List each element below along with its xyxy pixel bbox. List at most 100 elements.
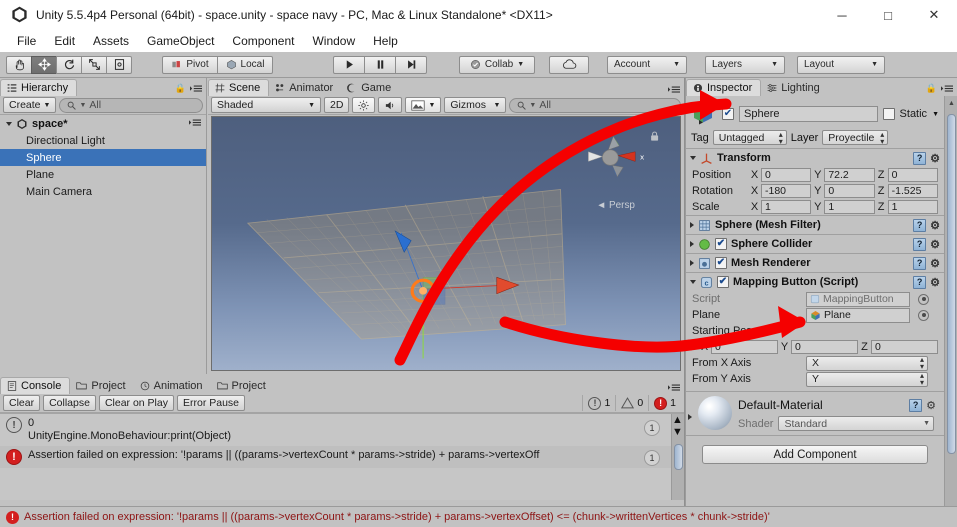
plane-value-field[interactable]: Plane bbox=[806, 307, 910, 323]
collapse-button[interactable]: Collapse bbox=[43, 395, 96, 411]
clear-button[interactable]: Clear bbox=[3, 395, 41, 411]
hamburger-menu-icon[interactable] bbox=[190, 84, 202, 93]
scroll-up-icon[interactable]: ▲ bbox=[945, 96, 957, 110]
tag-dropdown[interactable]: Untagged ▴ ▾ bbox=[712, 130, 787, 145]
info-count[interactable]: ! 1 bbox=[582, 395, 615, 411]
sphere-collider-enabled-checkbox[interactable]: ✔ bbox=[715, 238, 727, 250]
hand-tool-button[interactable] bbox=[6, 55, 32, 74]
pause-button[interactable] bbox=[364, 55, 396, 74]
hierarchy-item-directional-light[interactable]: Directional Light bbox=[0, 132, 206, 149]
add-component-button[interactable]: Add Component bbox=[702, 445, 928, 464]
starting-pos-x-field[interactable]: 0 bbox=[711, 340, 778, 354]
static-checkbox[interactable] bbox=[882, 108, 895, 120]
warning-count[interactable]: 0 bbox=[615, 395, 648, 411]
clear-on-play-button[interactable]: Clear on Play bbox=[98, 395, 174, 411]
scene-context-menu-icon[interactable] bbox=[189, 118, 201, 127]
tab-scene[interactable]: Scene bbox=[208, 79, 270, 96]
shader-dropdown[interactable]: Standard ▼ bbox=[778, 416, 934, 431]
step-button[interactable] bbox=[395, 55, 427, 74]
scene-search-input[interactable]: ▼ All bbox=[509, 97, 681, 113]
position-z-field[interactable]: 0 bbox=[887, 168, 938, 182]
scale-tool-button[interactable] bbox=[81, 55, 107, 74]
position-y-field[interactable]: 72.2 bbox=[824, 168, 875, 182]
mesh-renderer-enabled-checkbox[interactable]: ✔ bbox=[715, 257, 727, 269]
shading-mode-dropdown[interactable]: Shaded ▼ bbox=[211, 97, 321, 113]
layers-button[interactable]: Layers ▼ bbox=[705, 55, 785, 74]
chevron-down-icon[interactable] bbox=[6, 121, 12, 126]
scene-lighting-toggle[interactable] bbox=[352, 97, 376, 113]
component-header-mapping-button[interactable]: c ✔ Mapping Button (Script) ? ⚙ bbox=[686, 273, 944, 291]
component-header-transform[interactable]: Transform ? ⚙ bbox=[686, 149, 944, 167]
minimize-button[interactable]: ─ bbox=[819, 0, 865, 30]
hierarchy-scene-row[interactable]: space* bbox=[0, 115, 206, 132]
chevron-right-icon[interactable] bbox=[690, 260, 694, 266]
scroll-down-icon[interactable]: ▼ bbox=[672, 426, 684, 438]
help-icon[interactable]: ? bbox=[913, 275, 927, 289]
scale-y-field[interactable]: 1 bbox=[824, 200, 875, 214]
toggle-2d-button[interactable]: 2D bbox=[324, 97, 350, 113]
scene-viewport[interactable]: x ◄ Persp bbox=[211, 116, 681, 371]
lock-icon[interactable]: 🔒 bbox=[926, 83, 937, 94]
console-log-entry-error[interactable]: ! Assertion failed on expression: '!para… bbox=[0, 446, 684, 468]
scale-x-field[interactable]: 1 bbox=[761, 200, 812, 214]
lock-icon[interactable]: 🔒 bbox=[175, 83, 186, 94]
collab-button[interactable]: Collab ▼ bbox=[459, 55, 535, 74]
menu-help[interactable]: Help bbox=[364, 32, 407, 50]
gear-icon[interactable]: ⚙ bbox=[926, 399, 936, 412]
tab-inspector[interactable]: Inspector bbox=[686, 79, 762, 96]
console-log-entry-info[interactable]: ! 0 UnityEngine.MonoBehaviour:print(Obje… bbox=[0, 414, 684, 446]
help-icon[interactable]: ? bbox=[913, 218, 927, 232]
rotation-x-field[interactable]: -180 bbox=[761, 184, 812, 198]
help-icon[interactable]: ? bbox=[913, 151, 927, 165]
chevron-down-icon[interactable] bbox=[690, 280, 696, 284]
cloud-button[interactable] bbox=[549, 55, 589, 74]
tab-lighting[interactable]: Lighting bbox=[761, 79, 828, 96]
menu-window[interactable]: Window bbox=[303, 32, 364, 50]
component-header-sphere-collider[interactable]: ✔ Sphere Collider ? ⚙ bbox=[686, 235, 944, 253]
scene-audio-toggle[interactable] bbox=[378, 97, 403, 113]
inspector-scroll-thumb[interactable] bbox=[947, 114, 956, 454]
component-header-mesh-filter[interactable]: Sphere (Mesh Filter) ? ⚙ bbox=[686, 216, 944, 234]
from-x-axis-dropdown[interactable]: X ▴ ▾ bbox=[806, 355, 928, 371]
account-button[interactable]: Account ▼ bbox=[607, 55, 687, 74]
console-scroll-thumb[interactable] bbox=[674, 444, 683, 470]
play-button[interactable] bbox=[333, 55, 365, 74]
from-y-axis-dropdown[interactable]: Y ▴ ▾ bbox=[806, 371, 928, 387]
local-toggle-button[interactable]: Local bbox=[217, 55, 273, 74]
rotate-tool-button[interactable] bbox=[56, 55, 82, 74]
starting-pos-y-field[interactable]: 0 bbox=[791, 340, 858, 354]
tab-project-2[interactable]: Project bbox=[211, 377, 274, 394]
create-button[interactable]: Create ▼ bbox=[3, 97, 57, 113]
error-pause-button[interactable]: Error Pause bbox=[176, 395, 246, 411]
tab-animator[interactable]: Animator bbox=[269, 79, 341, 96]
help-icon[interactable]: ? bbox=[913, 256, 927, 270]
gear-icon[interactable]: ⚙ bbox=[930, 276, 940, 289]
hamburger-menu-icon[interactable] bbox=[668, 85, 680, 94]
plane-picker-icon[interactable] bbox=[918, 309, 929, 321]
tab-console[interactable]: Console bbox=[0, 377, 71, 394]
layout-button[interactable]: Layout ▼ bbox=[797, 55, 885, 74]
error-count[interactable]: ! 1 bbox=[648, 395, 681, 411]
menu-component[interactable]: Component bbox=[223, 32, 303, 50]
scale-z-field[interactable]: 1 bbox=[887, 200, 938, 214]
status-bar[interactable]: ! Assertion failed on expression: '!para… bbox=[0, 506, 957, 527]
gear-icon[interactable]: ⚙ bbox=[930, 257, 940, 270]
gear-icon[interactable]: ⚙ bbox=[930, 152, 940, 165]
maximize-button[interactable]: □ bbox=[865, 0, 911, 30]
inspector-scrollbar[interactable]: ▲ ▼ bbox=[944, 96, 957, 518]
rotation-z-field[interactable]: -1.525 bbox=[887, 184, 938, 198]
hierarchy-item-plane[interactable]: Plane bbox=[0, 166, 206, 183]
hierarchy-item-main-camera[interactable]: Main Camera bbox=[0, 183, 206, 200]
chevron-right-icon[interactable] bbox=[688, 414, 692, 420]
chevron-down-icon[interactable] bbox=[690, 156, 696, 160]
tab-project-1[interactable]: Project bbox=[70, 377, 133, 394]
menu-file[interactable]: File bbox=[8, 32, 45, 50]
help-icon[interactable]: ? bbox=[913, 237, 927, 251]
chevron-right-icon[interactable] bbox=[690, 241, 694, 247]
help-icon[interactable]: ? bbox=[909, 398, 923, 412]
hamburger-menu-icon[interactable] bbox=[668, 383, 680, 392]
starting-pos-z-field[interactable]: 0 bbox=[871, 340, 938, 354]
tab-hierarchy[interactable]: Hierarchy bbox=[0, 79, 78, 96]
chevron-down-icon[interactable]: ▼ bbox=[932, 111, 939, 118]
menu-assets[interactable]: Assets bbox=[84, 32, 138, 50]
